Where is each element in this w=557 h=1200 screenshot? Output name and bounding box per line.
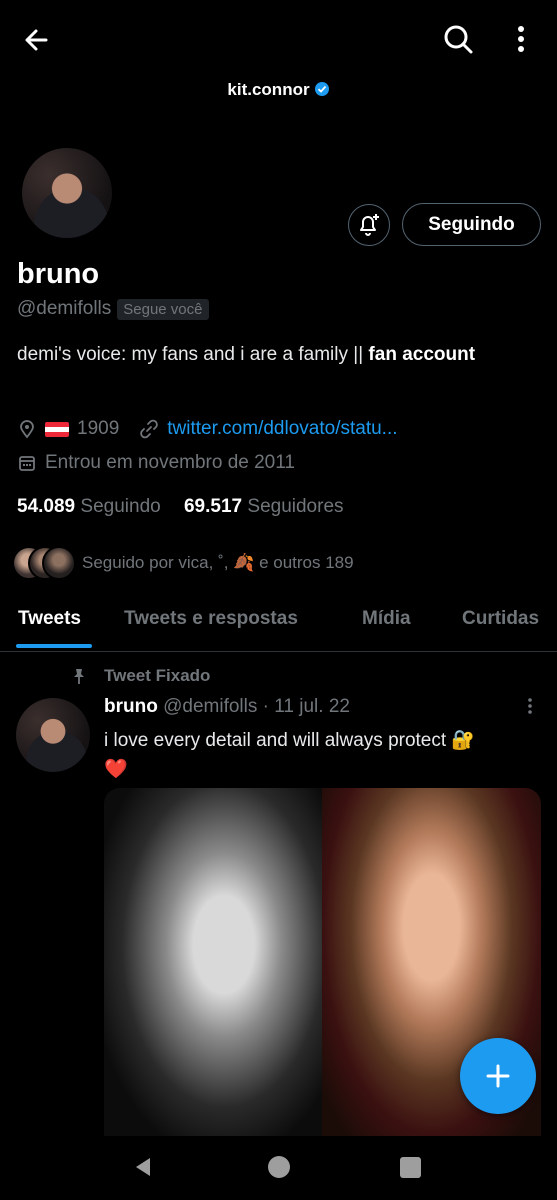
profile-link[interactable]: twitter.com/ddlovato/statu...: [167, 418, 397, 440]
tweet-more-button[interactable]: [520, 696, 540, 716]
flag-icon: [45, 421, 69, 437]
profile-handle: @demifolls: [17, 298, 112, 319]
tab-likes[interactable]: Curtidas: [462, 608, 539, 630]
more-options-button[interactable]: [508, 20, 534, 58]
avatar: [42, 546, 76, 580]
tweet-date: · 11 jul. 22: [262, 696, 350, 717]
following-count-link[interactable]: 54.089 Seguindo: [17, 496, 161, 517]
verified-badge-icon: [314, 82, 329, 96]
arrow-left-icon: [25, 29, 48, 51]
followed-by-text: Seguido por vica, ˚, 🍂 e outros 189: [82, 553, 354, 572]
calendar-icon: [17, 453, 37, 473]
bell-plus-icon: [360, 214, 379, 236]
profile-location-row: 1909 twitter.com/ddlovato/statu...: [17, 418, 398, 440]
followers-count: 69.517: [183, 496, 243, 517]
tweet-body: i love every detail and will always prot…: [104, 730, 476, 751]
pin-icon: [70, 667, 88, 685]
tab-tweets[interactable]: Tweets: [18, 608, 81, 630]
location-pin-icon: [17, 419, 37, 439]
following-label: Seguindo: [80, 496, 161, 517]
pinned-tweet-label: Tweet Fixado: [70, 666, 210, 686]
header-title: kit.connor: [0, 80, 557, 100]
plus-icon: [486, 1064, 510, 1088]
profile-joined-row: Entrou em novembro de 2011: [17, 452, 295, 474]
pinned-tweet-text: Tweet Fixado: [104, 666, 211, 685]
tweet-image-left[interactable]: [104, 788, 322, 1136]
header-title-text: kit.connor: [227, 80, 310, 99]
tweet-author-name[interactable]: bruno: [104, 696, 158, 717]
followers-count-link[interactable]: 69.517 Seguidores: [184, 496, 344, 517]
tweet-avatar[interactable]: [16, 698, 90, 772]
notifications-button[interactable]: [348, 204, 390, 246]
profile-counts: 54.089 Seguindo 69.517 Seguidores: [17, 496, 344, 518]
profile-tabs: Tweets Tweets e respostas Mídia Curtidas: [0, 596, 557, 652]
more-vertical-icon: [528, 698, 532, 714]
tweet-emoji: ❤️: [104, 759, 128, 780]
profile-handle-row: @demifolls Segue você: [17, 298, 209, 320]
tab-media[interactable]: Mídia: [362, 608, 411, 630]
more-vertical-icon: [518, 26, 524, 52]
tweet-author-handle: @demifolls: [163, 696, 258, 717]
link-icon: [139, 419, 159, 439]
back-button[interactable]: [18, 22, 58, 58]
bio-text: demi's voice: my fans and i are a family…: [17, 344, 369, 365]
bio-bold-text: fan account: [368, 344, 476, 365]
search-icon: [444, 25, 473, 54]
tweet-header: bruno @demifolls · 11 jul. 22: [104, 696, 350, 718]
following-count: 54.089: [17, 496, 76, 517]
search-button[interactable]: [440, 20, 476, 58]
follows-you-badge: Segue você: [117, 298, 209, 320]
nav-back-icon[interactable]: [132, 1156, 154, 1178]
following-button[interactable]: Seguindo: [402, 203, 541, 246]
nav-home-icon[interactable]: [268, 1156, 290, 1178]
profile-location: 1909: [77, 418, 120, 439]
system-nav-bar: [0, 1136, 557, 1200]
top-bar: [0, 0, 557, 80]
followed-by-row[interactable]: Seguido por vica, ˚, 🍂 e outros 189: [12, 546, 354, 580]
profile-avatar[interactable]: [20, 146, 114, 240]
profile-display-name: bruno: [17, 258, 100, 290]
followers-label: Seguidores: [247, 496, 344, 517]
tweet-text: i love every detail and will always prot…: [104, 726, 544, 784]
followed-by-avatars: [12, 546, 76, 580]
profile-joined: Entrou em novembro de 2011: [45, 452, 295, 473]
nav-recent-apps-icon[interactable]: [400, 1157, 421, 1178]
profile-bio: demi's voice: my fans and i are a family…: [17, 344, 475, 366]
active-tab-indicator: [16, 644, 92, 648]
tab-tweets-and-replies[interactable]: Tweets e respostas: [124, 608, 298, 630]
compose-tweet-button[interactable]: [460, 1038, 536, 1114]
